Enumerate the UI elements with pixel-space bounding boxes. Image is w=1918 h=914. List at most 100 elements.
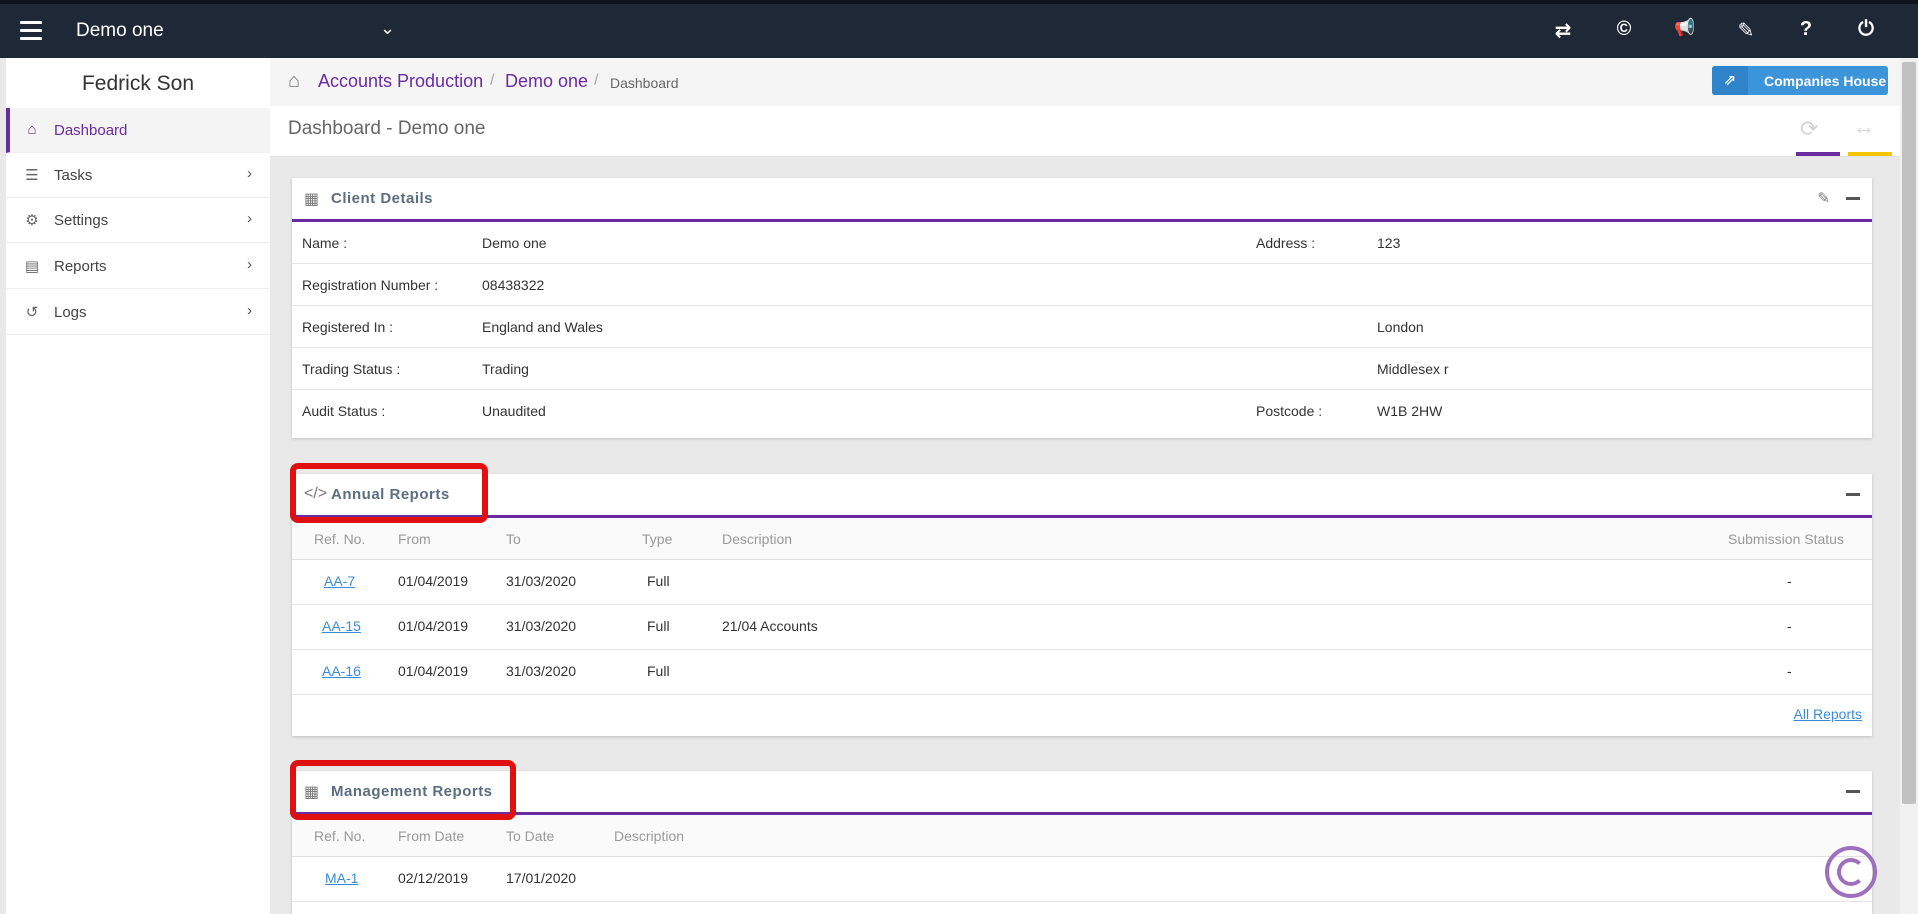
switch-icon[interactable]: ⇄	[1550, 18, 1576, 43]
column-header: Ref. No.	[314, 531, 366, 547]
table-cell: 17/01/2020	[506, 870, 577, 886]
user-name: Fedrick Son	[81, 72, 195, 95]
report-ref-link[interactable]: MA-1	[325, 870, 358, 886]
top-navbar: Demo one ⌄ ⇄ © 📢 ✎ ? ⏻	[0, 0, 1918, 58]
detail-value: Trading	[482, 361, 529, 377]
table-row: MA-1 02/12/2019 17/01/2020	[292, 857, 1872, 902]
table-cell: 01/04/2019	[398, 663, 469, 679]
sidebar-item-label: Settings	[54, 212, 109, 229]
column-header: Description	[722, 531, 793, 547]
column-header: Ref. No.	[314, 828, 366, 844]
management-reports-panel: ▦ Management Reports Ref. No. From Date …	[292, 771, 1872, 914]
collapse-icon[interactable]	[1846, 493, 1860, 496]
column-header: To	[506, 531, 521, 547]
chevron-right-icon: ›	[247, 302, 252, 319]
detail-value: Demo one	[482, 235, 547, 251]
sidebar-item-dashboard[interactable]: ⌂ Dashboard	[6, 108, 270, 153]
sidebar-item-label: Dashboard	[54, 122, 128, 139]
table-cell: Full	[647, 618, 670, 634]
chevron-right-icon: ›	[247, 256, 252, 273]
gear-icon: ⚙	[25, 212, 39, 229]
scrollbar-thumb[interactable]	[1902, 62, 1916, 804]
ticket-icon[interactable]: ✎	[1733, 18, 1759, 43]
table-cell: 02/12/2019	[398, 870, 469, 886]
detail-value: England and Wales	[482, 319, 603, 335]
sidebar-item-settings[interactable]: ⚙ Settings ›	[6, 198, 270, 243]
copyright-icon[interactable]: ©	[1611, 18, 1637, 41]
table-row: AA-15 01/04/2019 31/03/2020 Full 21/04 A…	[292, 605, 1872, 650]
detail-row: Registered In : England and Wales London	[292, 306, 1872, 348]
tasks-icon: ☰	[25, 167, 39, 184]
column-header: Description	[614, 828, 685, 844]
detail-row: Trading Status : Trading Middlesex r	[292, 348, 1872, 390]
sidebar-item-label: Logs	[54, 304, 87, 321]
edit-icon[interactable]: ✎	[1817, 189, 1830, 207]
column-header: To Date	[506, 828, 555, 844]
report-ref-link[interactable]: AA-15	[322, 618, 361, 634]
detail-label: Registration Number :	[302, 277, 439, 293]
sidebar-item-logs[interactable]: ↺ Logs ›	[6, 290, 270, 335]
detail-label: Address :	[1256, 235, 1316, 251]
table-cell: 01/04/2019	[398, 573, 469, 589]
all-reports-link[interactable]: All Reports	[1794, 706, 1862, 722]
highlight-management-reports	[290, 760, 516, 820]
column-header: Type	[642, 531, 673, 547]
sidebar-item-tasks[interactable]: ☰ Tasks ›	[6, 153, 270, 198]
table-cell: Full	[647, 573, 670, 589]
annual-reports-panel: </> Annual Reports Ref. No. From To Type…	[292, 474, 1872, 736]
breadcrumb-client[interactable]: Demo one	[505, 71, 588, 92]
table-header: Ref. No. From Date To Date Description	[292, 815, 1872, 857]
chevron-right-icon: ›	[247, 210, 252, 227]
panel-header: ▦ Client Details ✎	[292, 178, 1872, 222]
detail-label: Audit Status :	[302, 403, 386, 419]
chat-widget-logo-icon[interactable]	[1825, 846, 1877, 898]
building-icon: ▦	[304, 191, 320, 208]
accent-bar-yellow	[1848, 152, 1892, 156]
table-row: AA-7 01/04/2019 31/03/2020 Full -	[292, 560, 1872, 605]
table-cell: 31/03/2020	[506, 663, 577, 679]
collapse-icon[interactable]	[1846, 790, 1860, 793]
sidebar-item-reports[interactable]: ▤ Reports ›	[6, 244, 270, 289]
detail-label: Postcode :	[1256, 403, 1323, 419]
client-details-panel: ▦ Client Details ✎ Name : Demo one Addre…	[292, 178, 1872, 438]
table-cell: 01/04/2019	[398, 618, 469, 634]
companies-house-label: Companies House	[1764, 73, 1887, 89]
table-cell: Full	[647, 663, 670, 679]
collapse-icon[interactable]	[1846, 197, 1860, 200]
table-cell: -	[1787, 618, 1792, 634]
help-icon[interactable]: ?	[1793, 18, 1819, 41]
breadcrumb-accounts-production[interactable]: Accounts Production	[318, 71, 483, 92]
refresh-icon[interactable]: ⟳	[1800, 116, 1818, 142]
table-row: AA-16 01/04/2019 31/03/2020 Full -	[292, 650, 1872, 695]
detail-value: W1B 2HW	[1377, 403, 1443, 419]
breadcrumb-current: Dashboard	[610, 75, 679, 91]
client-selector-label[interactable]: Demo one	[76, 20, 164, 42]
chevron-down-icon[interactable]: ⌄	[380, 18, 395, 39]
column-header: Submission Status	[1728, 531, 1844, 547]
detail-row: Registration Number : 08438322	[292, 264, 1872, 306]
file-icon: ▤	[24, 258, 40, 275]
highlight-annual-reports	[290, 463, 488, 523]
panel-title: Client Details	[331, 190, 434, 207]
home-icon[interactable]: ⌂	[288, 70, 300, 93]
column-header: From	[398, 531, 431, 547]
power-icon[interactable]: ⏻	[1853, 18, 1879, 41]
history-icon: ↺	[25, 304, 39, 321]
panel-header: ▦ Management Reports	[292, 771, 1872, 815]
detail-value: London	[1377, 319, 1424, 335]
detail-value: 08438322	[482, 277, 545, 293]
detail-value: Unaudited	[482, 403, 546, 419]
sidebar-item-label: Reports	[54, 258, 107, 275]
expand-icon[interactable]: ↔	[1853, 114, 1875, 140]
page-title: Dashboard - Demo one	[288, 118, 486, 139]
sidebar: Fedrick Son ⌂ Dashboard ☰ Tasks › ⚙ Sett…	[0, 58, 270, 914]
report-ref-link[interactable]: AA-7	[324, 573, 355, 589]
megaphone-icon[interactable]: 📢	[1672, 18, 1698, 38]
accent-bar-purple	[1796, 152, 1840, 156]
detail-row: Name : Demo one Address : 123	[292, 222, 1872, 264]
menu-icon[interactable]	[20, 21, 42, 45]
table-cell: -	[1787, 663, 1792, 679]
detail-value: 123	[1377, 235, 1401, 251]
report-ref-link[interactable]: AA-16	[322, 663, 361, 679]
companies-house-button[interactable]: ⇗ Companies House	[1712, 66, 1888, 95]
